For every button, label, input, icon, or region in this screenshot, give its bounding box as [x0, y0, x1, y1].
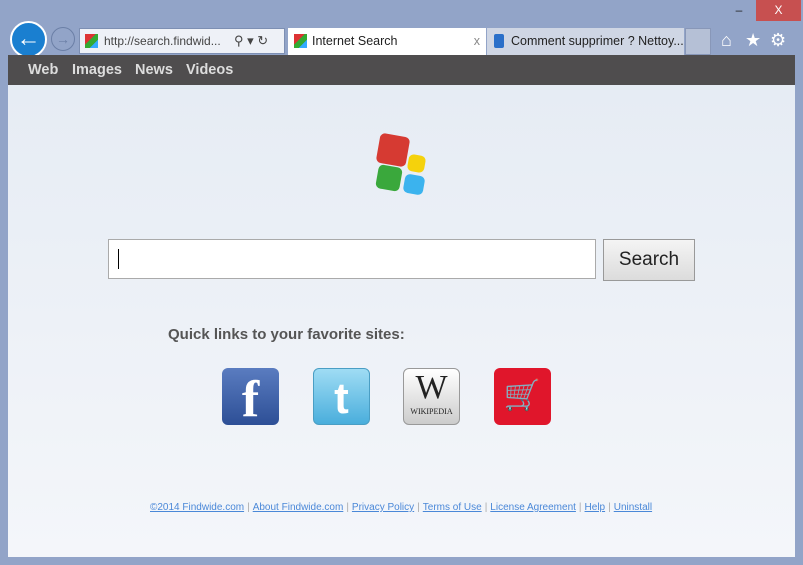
tab-label: Comment supprimer ? Nettoy... — [511, 34, 684, 48]
rakuten-link[interactable]: 🛒 — [494, 368, 551, 425]
address-bar[interactable]: http://search.findwid... ⚲ ▾ ↻ — [79, 28, 285, 54]
close-window-button[interactable]: X — [756, 0, 801, 21]
tab-close-icon[interactable]: x — [474, 28, 480, 54]
new-tab-button[interactable] — [685, 28, 711, 55]
home-icon[interactable]: ⌂ — [721, 30, 732, 51]
twitter-link[interactable]: t — [313, 368, 370, 425]
nav-images[interactable]: Images — [72, 62, 122, 78]
nav-news[interactable]: News — [135, 62, 173, 78]
footer-privacy-link[interactable]: Privacy Policy — [352, 502, 414, 513]
nav-web[interactable]: Web — [28, 62, 58, 78]
tab-label: Internet Search — [312, 34, 398, 48]
back-button[interactable]: ← — [10, 21, 47, 58]
search-icon[interactable]: ⚲ ▾ ↻ — [234, 29, 268, 53]
wikipedia-link[interactable]: W WIKIPEDIA — [403, 368, 460, 425]
footer-license-link[interactable]: License Agreement — [490, 502, 576, 513]
forward-button[interactable]: → — [51, 27, 75, 51]
footer-help-link[interactable]: Help — [585, 502, 606, 513]
footer-copyright-link[interactable]: ©2014 Findwide.com — [150, 502, 244, 513]
search-button[interactable]: Search — [603, 239, 695, 281]
nav-videos[interactable]: Videos — [186, 62, 233, 78]
maximize-button[interactable] — [730, 0, 750, 21]
footer-about-link[interactable]: About Findwide.com — [253, 502, 344, 513]
text-caret — [118, 249, 119, 269]
tab-favicon — [294, 34, 307, 48]
search-input[interactable] — [108, 239, 596, 279]
tab-comment-supprimer[interactable]: Comment supprimer ? Nettoy... — [487, 28, 684, 55]
tab-favicon — [494, 34, 504, 48]
facebook-link[interactable]: f — [222, 368, 279, 425]
address-text: http://search.findwid... — [104, 34, 221, 48]
site-favicon — [85, 34, 98, 48]
gear-icon[interactable]: ⚙ — [770, 30, 786, 51]
footer-terms-link[interactable]: Terms of Use — [423, 502, 482, 513]
footer-uninstall-link[interactable]: Uninstall — [614, 502, 652, 513]
nav-bar — [8, 55, 795, 85]
footer-links: ©2014 Findwide.com | About Findwide.com | Pr… — [150, 502, 653, 513]
wikipedia-caption: WIKIPEDIA — [410, 407, 453, 416]
favorites-star-icon[interactable]: ★ — [745, 30, 761, 51]
findwide-logo — [375, 132, 428, 196]
quick-links-heading: Quick links to your favorite sites: — [168, 326, 405, 343]
tab-internet-search[interactable]: Internet Search x — [288, 28, 486, 55]
